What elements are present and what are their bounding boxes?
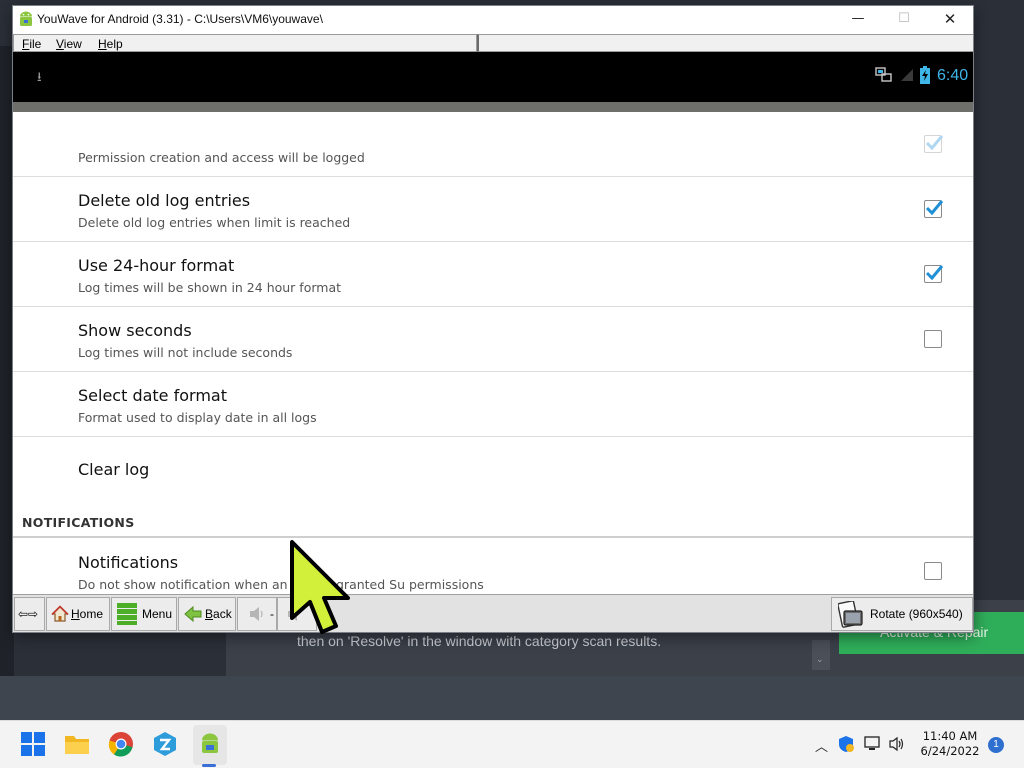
setting-subtitle: Log times will be shown in 24 hour forma… [78, 280, 342, 295]
back-button[interactable]: Back [178, 597, 236, 631]
setting-row-logging[interactable]: Permission creation and access will be l… [13, 112, 973, 177]
window-title: YouWave for Android (3.31) - C:\Users\VM… [37, 12, 323, 26]
clock-date: 6/24/2022 [920, 744, 980, 758]
checkbox-show-seconds[interactable] [924, 330, 942, 348]
rotate-device-icon [838, 601, 863, 628]
emulator-toolbar: ⇦⇨ Home Menu Back - Rotate (960x540) [13, 594, 973, 632]
home-rest: ome [79, 607, 104, 621]
checkbox-24-hour[interactable] [924, 265, 944, 283]
volume-icon[interactable] [888, 736, 906, 752]
expand-toolbar-button[interactable]: ⇦⇨ [14, 597, 45, 631]
rotate-button[interactable]: Rotate (960x540) [831, 597, 973, 631]
menu-file[interactable]: File [22, 37, 41, 51]
back-label: Back [205, 598, 232, 630]
taskbar-clock[interactable]: 11:40 AM 6/24/2022 [912, 729, 988, 759]
close-button[interactable]: ✕ [927, 6, 973, 34]
setting-row-notifications[interactable]: Notifications Do not show notification w… [13, 538, 973, 594]
setting-subtitle-left: Do not show notification when an a [78, 577, 300, 592]
rotate-label: Rotate (960x540) [870, 607, 963, 621]
network-icon [875, 67, 892, 82]
menu-help-label: elp [106, 37, 123, 51]
setting-subtitle: Permission creation and access will be l… [78, 150, 365, 165]
back-accelerator: B [205, 607, 214, 621]
start-icon[interactable] [20, 731, 46, 757]
youwave-icon[interactable] [197, 731, 223, 757]
setting-title: Clear log [78, 460, 150, 479]
home-accelerator: H [71, 607, 80, 621]
chrome-icon[interactable] [108, 731, 134, 757]
setting-row-clear-log[interactable]: Clear log [13, 437, 973, 502]
checkbox-logging[interactable] [924, 135, 944, 153]
volume-icon [250, 607, 263, 621]
setting-subtitle: Log times will not include seconds [78, 345, 293, 360]
menu-view[interactable]: View [56, 37, 82, 51]
section-header-notifications: NOTIFICATIONS [22, 515, 135, 530]
home-icon [51, 605, 69, 622]
menu-file-label: ile [29, 37, 42, 51]
active-app-indicator [202, 764, 216, 767]
youwave-window: YouWave for Android (3.31) - C:\Users\VM… [12, 5, 974, 633]
menu-view-label: iew [63, 37, 82, 51]
setting-title: Select date format [78, 386, 227, 405]
setting-title: Show seconds [78, 321, 192, 340]
setting-title: Delete old log entries [78, 191, 251, 210]
menu-help-accelerator: H [98, 37, 107, 51]
menu-view-accelerator: V [56, 37, 64, 51]
menu-button[interactable]: Menu [111, 597, 177, 631]
android-status-bar: ⭳ 6:40 [13, 52, 973, 102]
menu-label: Menu [142, 607, 173, 621]
window-titlebar[interactable]: YouWave for Android (3.31) - C:\Users\VM… [13, 6, 973, 34]
setting-row-24-hour[interactable]: Use 24-hour format Log times will be sho… [13, 242, 973, 307]
battery-charging-icon [920, 66, 930, 84]
defender-shield-icon[interactable] [838, 735, 854, 753]
android-screen[interactable]: ⭳ 6:40 superuser Permission crea [13, 52, 973, 594]
checkbox-notifications[interactable] [924, 562, 942, 580]
menu-bar: File View Help [13, 34, 477, 52]
notification-badge[interactable]: 1 [988, 737, 1004, 753]
status-time: 6:40 [937, 67, 969, 84]
file-explorer-icon[interactable] [64, 731, 90, 757]
android-app-icon [20, 11, 32, 26]
menu-bar-filler [477, 34, 973, 52]
setting-row-delete-old[interactable]: Delete old log entries Delete old log en… [13, 177, 973, 242]
setting-title: Use 24-hour format [78, 256, 235, 275]
minimize-button[interactable]: — [835, 6, 881, 34]
settings-list[interactable]: Permission creation and access will be l… [13, 112, 973, 594]
mouse-cursor-icon [290, 540, 350, 634]
volume-separator: - [270, 607, 274, 621]
setting-subtitle: Format used to display date in all logs [78, 410, 317, 425]
menu-help[interactable]: Help [98, 37, 123, 51]
scroll-down-icon[interactable]: ⌄ [816, 655, 826, 665]
back-arrow-icon [184, 605, 202, 623]
setting-row-show-seconds[interactable]: Show seconds Log times will not include … [13, 307, 973, 372]
pinned-app-icon[interactable] [152, 731, 178, 757]
setting-subtitle: Delete old log entries when limit is rea… [78, 215, 351, 230]
setting-row-date-format[interactable]: Select date format Format used to displa… [13, 372, 973, 437]
signal-icon [901, 69, 913, 81]
background-app-footer [0, 676, 1024, 720]
windows-taskbar: ︿ 11:40 AM 6/24/2022 1 [0, 720, 1024, 768]
network-icon[interactable] [864, 736, 882, 752]
clock-time: 11:40 AM [922, 729, 978, 743]
back-rest: ack [213, 607, 232, 621]
expand-arrows-icon: ⇦⇨ [18, 607, 39, 621]
checkbox-delete-old[interactable] [924, 200, 944, 218]
download-icon: ⭳ [37, 70, 42, 85]
menu-icon [117, 603, 137, 625]
maximize-button[interactable]: ☐ [881, 6, 927, 34]
setting-title: Notifications [78, 553, 179, 572]
chevron-up-icon[interactable]: ︿ [815, 736, 828, 755]
home-label: Home [71, 598, 103, 630]
home-button[interactable]: Home [46, 597, 110, 631]
